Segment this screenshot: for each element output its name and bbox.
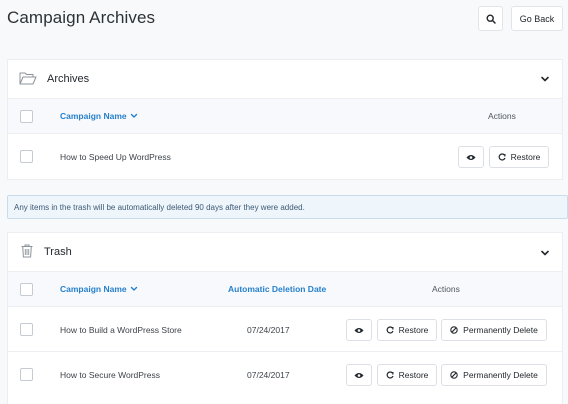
chevron-down-icon[interactable]: [540, 248, 550, 258]
eye-icon: [354, 372, 364, 378]
chevron-down-icon: [130, 113, 137, 118]
eye-icon: [354, 327, 364, 333]
deletion-date: 07/24/2017: [247, 325, 290, 335]
column-actions: Actions: [488, 111, 516, 121]
trash-title: Trash: [44, 246, 72, 258]
column-actions: Actions: [432, 284, 460, 294]
ban-icon: [450, 371, 458, 379]
row-checkbox[interactable]: [20, 368, 33, 381]
preview-button[interactable]: [346, 319, 372, 341]
column-campaign-name[interactable]: Campaign Name: [60, 284, 138, 294]
archives-title: Archives: [47, 73, 90, 85]
campaign-name: How to Build a WordPress Store: [60, 325, 182, 335]
campaign-name: How to Speed Up WordPress: [60, 152, 171, 162]
restore-button[interactable]: Restore: [377, 364, 437, 386]
table-row: How to Speed Up WordPress Restore: [8, 134, 562, 179]
preview-button[interactable]: [458, 146, 484, 168]
trash-panel: Trash Campaign Name Automatic Deletion D…: [7, 232, 563, 404]
restore-button[interactable]: Restore: [489, 146, 549, 168]
trash-icon: [21, 244, 33, 258]
select-all-checkbox[interactable]: [20, 110, 33, 123]
row-checkbox[interactable]: [20, 150, 33, 163]
ban-icon: [450, 326, 458, 334]
deletion-date: 07/24/2017: [247, 370, 290, 380]
restore-icon: [386, 326, 394, 334]
row-checkbox[interactable]: [20, 323, 33, 336]
trash-header[interactable]: Trash: [8, 233, 562, 271]
restore-button[interactable]: Restore: [377, 319, 437, 341]
permanently-delete-button[interactable]: Permanently Delete: [441, 364, 547, 386]
table-row: How to Secure WordPress 07/24/2017 Resto…: [8, 352, 562, 397]
column-campaign-name[interactable]: Campaign Name: [60, 111, 138, 121]
folder-open-icon: [19, 72, 37, 85]
chevron-down-icon[interactable]: [540, 74, 550, 84]
table-row: How to Build a WordPress Store 07/24/201…: [8, 307, 562, 352]
permanently-delete-button[interactable]: Permanently Delete: [441, 319, 547, 341]
campaign-name: How to Secure WordPress: [60, 370, 160, 380]
restore-icon: [386, 371, 394, 379]
archives-header[interactable]: Archives: [8, 60, 562, 98]
column-deletion-date[interactable]: Automatic Deletion Date: [228, 284, 326, 294]
chevron-down-icon: [130, 286, 137, 291]
archives-table-header: Campaign Name Actions: [8, 98, 562, 134]
go-back-button[interactable]: Go Back: [511, 6, 563, 31]
select-all-checkbox[interactable]: [20, 283, 33, 296]
search-icon: [485, 13, 496, 24]
page-title: Campaign Archives: [7, 8, 156, 27]
archives-panel: Archives Campaign Name Actions How to Sp…: [7, 59, 563, 180]
eye-icon: [466, 154, 476, 160]
search-button[interactable]: [478, 6, 503, 31]
trash-notice: Any items in the trash will be automatic…: [7, 195, 568, 219]
preview-button[interactable]: [346, 364, 372, 386]
trash-table-header: Campaign Name Automatic Deletion Date Ac…: [8, 271, 562, 307]
restore-icon: [498, 153, 506, 161]
